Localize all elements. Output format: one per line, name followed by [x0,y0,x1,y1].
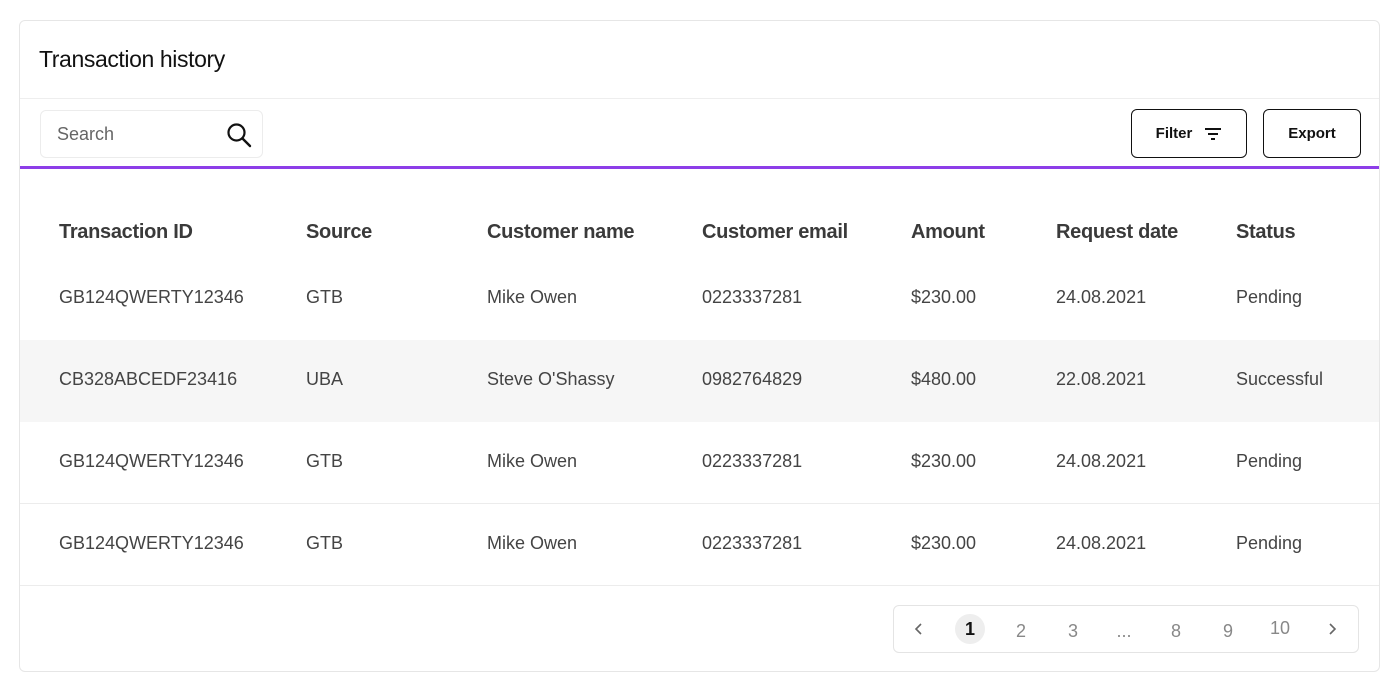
table-row[interactable]: CB328ABCEDF23416 UBA Steve O'Shassy 0982… [20,340,1379,422]
cell-source: UBA [306,369,344,389]
page-button-8[interactable]: 8 [1161,616,1191,646]
cell-customer-name: Mike Owen [487,287,578,307]
toolbar: Filter Export [20,99,1379,169]
cell-source: GTB [306,533,344,553]
cell-status: Successful [1236,369,1324,389]
cell-customer-name: Mike Owen [487,533,578,553]
column-header-amount[interactable]: Amount [911,221,985,244]
cell-amount: $230.00 [911,533,977,553]
table-row[interactable]: GB124QWERTY12346 GTB Mike Owen 022333728… [20,422,1379,504]
search-box[interactable] [40,110,263,158]
column-header-source[interactable]: Source [306,221,372,244]
cell-amount: $230.00 [911,451,977,471]
page-button-1[interactable]: 1 [955,614,985,644]
page-ellipsis: ... [1116,620,1132,641]
search-icon[interactable] [226,122,252,148]
column-header-transaction-id[interactable]: Transaction ID [59,221,193,244]
cell-transaction-id: GB124QWERTY12346 [59,533,244,553]
cell-customer-name: Steve O'Shassy [487,369,615,389]
table-row[interactable]: GB124QWERTY12346 GTB Mike Owen 022333728… [20,263,1379,340]
cell-request-date: 22.08.2021 [1056,369,1147,389]
cell-customer-name: Mike Owen [487,451,578,471]
card-header: Transaction history [20,21,1379,99]
export-button-label: Export [1288,125,1336,142]
cell-request-date: 24.08.2021 [1056,451,1147,471]
cell-source: GTB [306,451,344,471]
cell-source: GTB [306,287,344,307]
page-title: Transaction history [39,46,225,72]
page-button-2[interactable]: 2 [1006,616,1036,646]
pagination: 1 2 3 ... 8 9 10 [893,605,1359,653]
filter-icon [1205,127,1222,140]
cell-request-date: 24.08.2021 [1056,533,1147,553]
cell-customer-email: 0223337281 [702,533,803,553]
search-input[interactable] [57,123,217,145]
column-header-status[interactable]: Status [1236,221,1296,244]
page-button-9[interactable]: 9 [1213,616,1243,646]
cell-status: Pending [1236,287,1303,307]
next-page-button[interactable] [1317,614,1347,644]
chevron-left-icon [914,623,922,635]
prev-page-button[interactable] [904,614,934,644]
filter-button[interactable]: Filter [1131,109,1247,158]
column-header-customer-name[interactable]: Customer name [487,221,635,244]
cell-customer-email: 0223337281 [702,287,803,307]
chevron-right-icon [1329,623,1337,635]
cell-customer-email: 0223337281 [702,451,803,471]
cell-customer-email: 0982764829 [702,369,803,389]
cell-transaction-id: GB124QWERTY12346 [59,287,244,307]
cell-amount: $480.00 [911,369,977,389]
page-button-3[interactable]: 3 [1058,616,1088,646]
filter-button-label: Filter [1155,125,1193,142]
table-row[interactable]: GB124QWERTY12346 GTB Mike Owen 022333728… [20,504,1379,586]
cell-amount: $230.00 [911,287,977,307]
cell-status: Pending [1236,533,1303,553]
export-button[interactable]: Export [1263,109,1361,158]
cell-request-date: 24.08.2021 [1056,287,1147,307]
page-button-10[interactable]: 10 [1265,613,1295,643]
cell-transaction-id: CB328ABCEDF23416 [59,369,238,389]
column-header-request-date[interactable]: Request date [1056,221,1178,244]
cell-status: Pending [1236,451,1303,471]
cell-transaction-id: GB124QWERTY12346 [59,451,244,471]
transaction-history-card: Transaction history Filter Export Transa… [19,20,1380,672]
column-header-customer-email[interactable]: Customer email [702,221,848,244]
table-header-row: Transaction ID Source Customer name Cust… [20,172,1379,263]
